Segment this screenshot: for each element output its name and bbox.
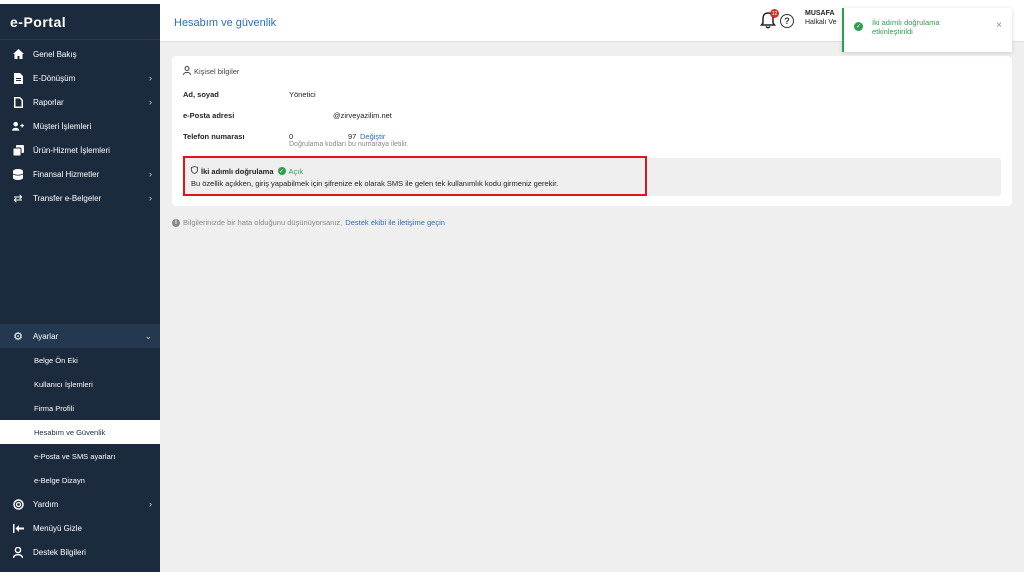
user-icon [183, 66, 191, 77]
phone-label: Telefon numarası [183, 132, 245, 141]
chevron-right-icon: › [149, 169, 152, 179]
user-company: Halkalı Ve [805, 19, 837, 26]
main-content: Hesabım ve güvenlik 12 ? MUSAFA Halkalı … [160, 4, 1024, 572]
sidebar-item-genel-bakis[interactable]: Genel Bakış [0, 42, 160, 66]
support-info: i Bilgilerinizde bir hata olduğunu düşün… [172, 218, 445, 227]
email-value: @zirveyazilim.net [333, 111, 392, 120]
file-icon [12, 96, 24, 108]
sidebar-nav: Genel Bakış E-Dönüşüm › Raporlar › Müşte… [0, 42, 160, 210]
database-icon [12, 168, 24, 180]
user-menu[interactable]: MUSAFA Halkalı Ve [805, 9, 837, 27]
sidebar-subitem-kullanici-islemleri[interactable]: Kullanıcı İşlemleri [0, 372, 160, 396]
chevron-right-icon: › [149, 97, 152, 107]
sidebar-item-musteri-islemleri[interactable]: Müşteri İşlemleri [0, 114, 160, 138]
contact-support-link[interactable]: Destek ekibi ile iletişime geçin [345, 218, 445, 227]
sidebar-item-e-donusum[interactable]: E-Dönüşüm › [0, 66, 160, 90]
sidebar-item-label: Ürün-Hizmet İşlemleri [33, 145, 110, 155]
sidebar-item-finansal-hizmetler[interactable]: Finansal Hizmetler › [0, 162, 160, 186]
sidebar-item-label: Müşteri İşlemleri [33, 121, 92, 131]
page-title: Hesabım ve güvenlik [174, 16, 277, 29]
highlight-box [183, 156, 647, 196]
sidebar-item-label: Transfer e-Belgeler [33, 193, 102, 203]
phone-hint: Doğrulama kodları bu numaraya iletilir. [289, 141, 409, 148]
chevron-right-icon: › [149, 73, 152, 83]
sidebar-item-transfer-e-belgeler[interactable]: ⇄ Transfer e-Belgeler › [0, 186, 160, 210]
check-circle-icon: ✓ [854, 22, 863, 31]
personal-info-title: Kişisel bilgiler [194, 67, 240, 76]
name-label: Ad, soyad [183, 90, 219, 99]
collapse-icon [12, 522, 24, 534]
phone-suffix: 97 [348, 132, 357, 141]
help-icon [12, 498, 24, 510]
account-card: Kişisel bilgiler Ad, soyad Yönetici e-Po… [172, 56, 1012, 206]
sidebar-item-label: Finansal Hizmetler [33, 169, 100, 179]
transfer-icon: ⇄ [13, 192, 23, 205]
add-user-icon [12, 120, 24, 132]
user-name: MUSAFA [805, 10, 835, 17]
chevron-down-icon: ⌄ [144, 330, 152, 341]
home-icon [12, 48, 24, 60]
sidebar-subitem-e-belge-dizayn[interactable]: e-Belge Dizayn [0, 468, 160, 492]
notification-button[interactable]: 12 [760, 9, 779, 30]
sidebar-subitem-hesabim-ve-guvenlik[interactable]: Hesabım ve Güvenlik [0, 420, 160, 444]
sidebar-item-urun-hizmet-islemleri[interactable]: Ürün-Hizmet İşlemleri [0, 138, 160, 162]
logo[interactable]: e-Portal [0, 4, 160, 40]
sidebar-subitem-e-posta-ve-sms-ayarlari[interactable]: e-Posta ve SMS ayarları [0, 444, 160, 468]
email-label: e-Posta adresi [183, 111, 235, 120]
sidebar-item-menuyu-gizle[interactable]: Menüyü Gizle [0, 516, 160, 540]
support-info-text: Bilgilerinizde bir hata olduğunu düşünüy… [183, 218, 343, 227]
sidebar-item-destek-bilgileri[interactable]: Destek Bilgileri [0, 540, 160, 564]
phone-prefix: 0 [289, 132, 294, 141]
notification-badge: 12 [770, 9, 779, 18]
sidebar-item-label: Yardım [33, 499, 59, 509]
sidebar-subitem-belge-on-eki[interactable]: Belge Ön Eki [0, 348, 160, 372]
support-icon [12, 546, 24, 558]
personal-info-heading: Kişisel bilgiler [183, 66, 239, 77]
sidebar-item-label: Menüyü Gizle [33, 523, 82, 533]
sidebar-item-label: E-Dönüşüm [33, 73, 76, 83]
sidebar-item-yardim[interactable]: Yardım › [0, 492, 160, 516]
chevron-right-icon: › [149, 193, 152, 203]
close-icon[interactable]: × [996, 20, 1002, 31]
gear-icon: ⚙ [13, 330, 23, 343]
change-phone-link[interactable]: Değiştir [360, 132, 385, 141]
success-toast: ✓ İki adımlı doğrulama etkinleştirildi × [842, 8, 1012, 52]
chevron-right-icon: › [149, 499, 152, 509]
sidebar-item-label: Ayarlar [33, 331, 59, 341]
sidebar-item-label: Genel Bakış [33, 49, 77, 59]
sidebar: e-Portal Genel Bakış E-Dönüşüm › Raporla [0, 4, 160, 572]
copy-icon [12, 144, 24, 156]
sidebar-subitem-firma-profili[interactable]: Firma Profili [0, 396, 160, 420]
info-icon: i [172, 218, 180, 227]
help-button[interactable]: ? [780, 14, 794, 28]
sidebar-item-raporlar[interactable]: Raporlar › [0, 90, 160, 114]
name-value: Yönetici [289, 90, 316, 99]
toast-message: İki adımlı doğrulama etkinleştirildi [872, 18, 940, 36]
sidebar-item-ayarlar[interactable]: ⚙ Ayarlar ⌄ [0, 324, 160, 348]
sidebar-item-label: Destek Bilgileri [33, 547, 86, 557]
document-icon [12, 72, 24, 84]
settings-group: ⚙ Ayarlar ⌄ Belge Ön Eki Kullanıcı İşlem… [0, 324, 160, 564]
sidebar-item-label: Raporlar [33, 97, 64, 107]
